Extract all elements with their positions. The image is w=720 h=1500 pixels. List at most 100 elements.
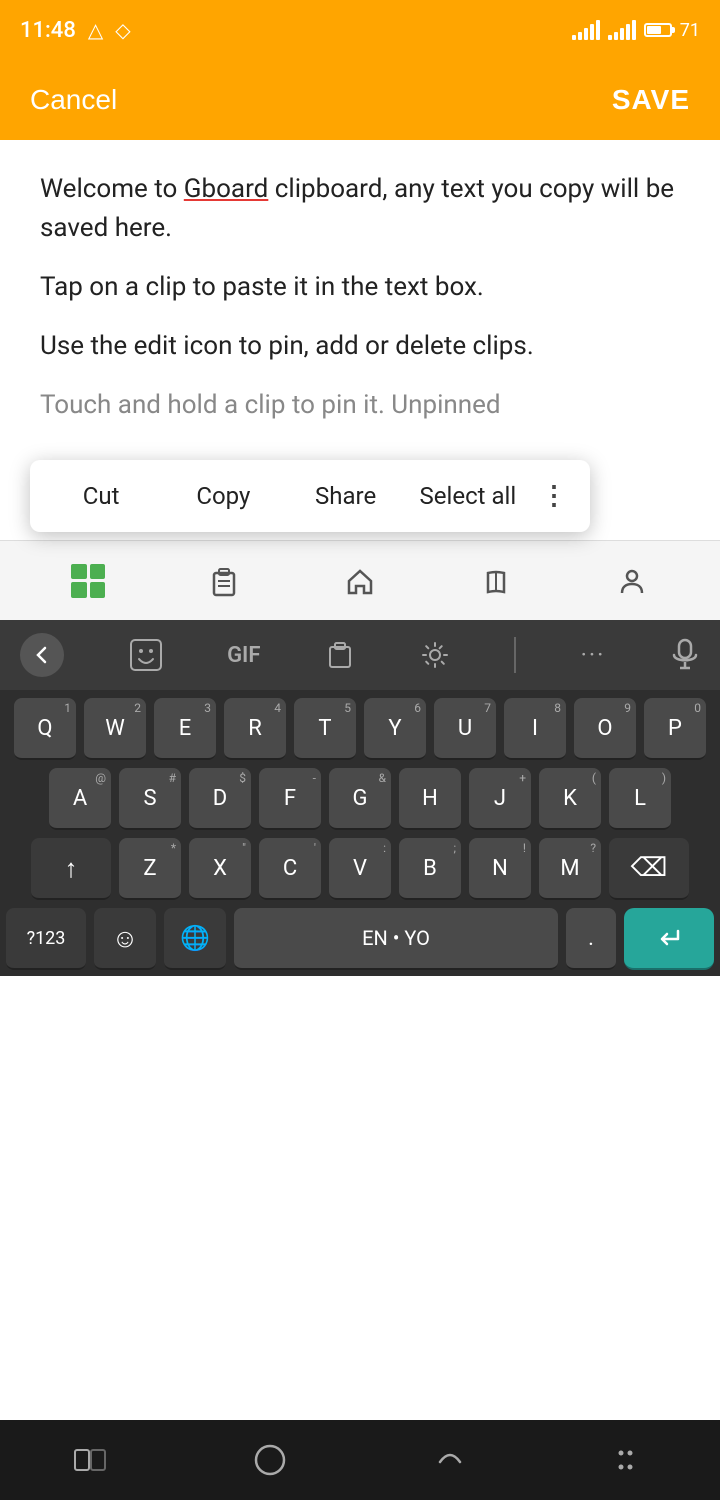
emoji-grid xyxy=(71,564,105,598)
share-menu-item[interactable]: Share xyxy=(285,466,407,526)
clipboard-keyboard-icon xyxy=(325,640,355,670)
content-paragraph-2: Tap on a clip to paste it in the text bo… xyxy=(40,268,680,307)
key-num: 4 xyxy=(274,701,281,715)
key-num: " xyxy=(242,841,246,855)
key-num: 6 xyxy=(414,701,421,715)
emoji-grid-cell xyxy=(71,582,87,598)
key-i[interactable]: 8I xyxy=(504,698,566,760)
key-p[interactable]: 0P xyxy=(644,698,706,760)
key-r[interactable]: 4R xyxy=(224,698,286,760)
key-num: 8 xyxy=(554,701,561,715)
signal-bar xyxy=(596,20,600,40)
key-k[interactable]: (K xyxy=(539,768,601,830)
key-v[interactable]: :V xyxy=(329,838,391,900)
menu-dots-icon xyxy=(612,1445,648,1475)
keyboard-back-button[interactable] xyxy=(20,633,64,677)
spacebar[interactable]: EN • YO xyxy=(234,908,558,970)
content-paragraph-4: Touch and hold a clip to pin it. Unpinne… xyxy=(40,386,680,425)
book-icon[interactable] xyxy=(466,551,526,611)
nav-back[interactable] xyxy=(410,1430,490,1490)
signal-bar xyxy=(626,24,630,40)
key-num: 1 xyxy=(64,701,71,715)
key-num: 7 xyxy=(484,701,491,715)
key-f[interactable]: -F xyxy=(259,768,321,830)
key-s[interactable]: #S xyxy=(119,768,181,830)
key-a[interactable]: @A xyxy=(49,768,111,830)
keyboard-area: 1Q 2W 3E 4R 5T 6Y 7U 8I 9O 0P @A #S $D -… xyxy=(0,690,720,976)
keyboard-divider xyxy=(514,637,516,673)
key-x[interactable]: "X xyxy=(189,838,251,900)
emoji-toolbar xyxy=(0,540,720,620)
key-u[interactable]: 7U xyxy=(434,698,496,760)
keyboard-row-3: ↑ *Z "X 'C :V ;B !N ?M ⌫ xyxy=(6,838,714,900)
key-d[interactable]: $D xyxy=(189,768,251,830)
key-t[interactable]: 5T xyxy=(294,698,356,760)
home-nav-icon xyxy=(252,1442,288,1478)
nav-menu[interactable] xyxy=(590,1430,670,1490)
more-menu-item[interactable]: ⋮ xyxy=(529,465,580,527)
key-num: * xyxy=(171,841,176,855)
select-all-menu-item[interactable]: Select all xyxy=(407,466,529,526)
num-key[interactable]: ?123 xyxy=(6,908,86,970)
key-l[interactable]: )L xyxy=(609,768,671,830)
key-num: $ xyxy=(239,771,246,785)
keyboard-row-4: ?123 ☺ 🌐 EN • YO . xyxy=(6,908,714,970)
signal-bars-1 xyxy=(572,20,600,40)
key-j[interactable]: +J xyxy=(469,768,531,830)
shift-key[interactable]: ↑ xyxy=(31,838,111,900)
clipboard-icon[interactable] xyxy=(194,551,254,611)
back-arrow-icon xyxy=(31,644,53,666)
home-svg xyxy=(344,565,376,597)
save-button[interactable]: SAVE xyxy=(612,84,690,116)
key-o[interactable]: 9O xyxy=(574,698,636,760)
key-y[interactable]: 6Y xyxy=(364,698,426,760)
gif-button[interactable]: GIF xyxy=(227,643,260,668)
nav-home[interactable] xyxy=(230,1430,310,1490)
cut-menu-item[interactable]: Cut xyxy=(40,466,162,526)
enter-key[interactable] xyxy=(624,908,714,970)
key-z[interactable]: *Z xyxy=(119,838,181,900)
alarm-icon: △ xyxy=(88,18,103,42)
signal-bar xyxy=(578,32,582,40)
status-time: 11:48 xyxy=(20,18,76,43)
emoji-grid-icon[interactable] xyxy=(58,551,118,611)
recent-apps-icon xyxy=(70,1445,110,1475)
globe-key[interactable]: 🌐 xyxy=(164,908,226,970)
person-icon[interactable] xyxy=(602,551,662,611)
keyboard-row-1: 1Q 2W 3E 4R 5T 6Y 7U 8I 9O 0P xyxy=(6,698,714,760)
more-keyboard-button[interactable]: ··· xyxy=(581,641,606,669)
key-w[interactable]: 2W xyxy=(84,698,146,760)
cancel-button[interactable]: Cancel xyxy=(30,84,117,116)
signal-bar xyxy=(572,35,576,40)
nav-bar: Cancel SAVE xyxy=(0,60,720,140)
key-b[interactable]: ;B xyxy=(399,838,461,900)
backspace-key[interactable]: ⌫ xyxy=(609,838,689,900)
microphone-button[interactable] xyxy=(670,638,700,672)
key-num: 5 xyxy=(344,701,351,715)
emoji-keyboard-button[interactable] xyxy=(129,638,163,672)
key-num: - xyxy=(313,771,316,785)
key-c[interactable]: 'C xyxy=(259,838,321,900)
key-h[interactable]: H xyxy=(399,768,461,830)
content-paragraph-1: Welcome to Gboard clipboard, any text yo… xyxy=(40,170,680,248)
key-m[interactable]: ?M xyxy=(539,838,601,900)
nav-recent-apps[interactable] xyxy=(50,1430,130,1490)
home-icon[interactable] xyxy=(330,551,390,611)
settings-button[interactable] xyxy=(420,640,450,670)
emoji-grid-cell xyxy=(90,582,106,598)
emoji-grid-cell xyxy=(71,564,87,580)
period-key[interactable]: . xyxy=(566,908,616,970)
key-n[interactable]: !N xyxy=(469,838,531,900)
signal-bar xyxy=(608,35,612,40)
copy-menu-item[interactable]: Copy xyxy=(162,466,284,526)
emoji-key[interactable]: ☺ xyxy=(94,908,156,970)
key-e[interactable]: 3E xyxy=(154,698,216,760)
emoji-grid-cell xyxy=(90,564,106,580)
key-q[interactable]: 1Q xyxy=(14,698,76,760)
clipboard-keyboard-button[interactable] xyxy=(325,640,355,670)
key-g[interactable]: &G xyxy=(329,768,391,830)
settings-icon xyxy=(420,640,450,670)
signal-bar xyxy=(620,28,624,40)
keyboard-row-2: @A #S $D -F &G H +J (K )L xyxy=(6,768,714,830)
key-num: & xyxy=(379,771,386,785)
